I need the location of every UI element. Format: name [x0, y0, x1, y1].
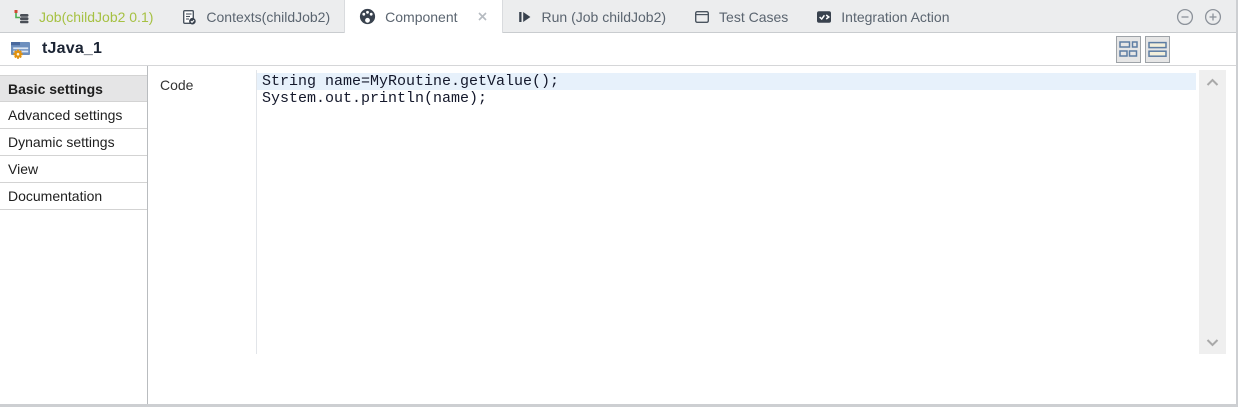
basic-settings-content: Code String name=MyRoutine.getValue(); S… [148, 66, 1236, 406]
tab-label: Test Cases [719, 9, 788, 25]
rows-layout-icon[interactable] [1145, 36, 1170, 63]
tab-job[interactable]: Job(childJob2 0.1) [0, 0, 167, 33]
sidebar-item-advanced-settings[interactable]: Advanced settings [0, 102, 147, 129]
tab-contexts[interactable]: Contexts(childJob2) [167, 0, 344, 33]
tab-run[interactable]: Run (Job childJob2) [503, 0, 681, 33]
page-title: tJava_1 [42, 40, 102, 58]
view-tabbar: Job(childJob2 0.1) Contexts(childJob2) [0, 0, 1236, 33]
test-cases-icon [694, 9, 710, 25]
code-field-label: Code [160, 77, 193, 93]
code-editor[interactable]: String name=MyRoutine.getValue(); System… [256, 70, 1196, 354]
sidebar-item-view[interactable]: View [0, 156, 147, 183]
tjava-component-icon [10, 39, 33, 60]
settings-body: Basic settings Advanced settings Dynamic… [0, 66, 1236, 406]
integration-action-icon [816, 9, 832, 25]
tab-label: Contexts(childJob2) [206, 9, 330, 25]
minimize-circle-icon[interactable] [1176, 8, 1194, 26]
component-icon [359, 8, 376, 25]
sidebar-item-dynamic-settings[interactable]: Dynamic settings [0, 129, 147, 156]
maximize-circle-icon[interactable] [1204, 8, 1222, 26]
settings-sidebar: Basic settings Advanced settings Dynamic… [0, 66, 148, 406]
tab-test-cases[interactable]: Test Cases [680, 0, 802, 33]
component-header: tJava_1 [0, 33, 1236, 66]
sidebar-item-documentation[interactable]: Documentation [0, 183, 147, 210]
contexts-icon [181, 9, 197, 25]
job-icon [14, 9, 30, 25]
tab-label: Run (Job childJob2) [542, 9, 667, 25]
scroll-down-icon[interactable] [1199, 333, 1226, 351]
tab-component[interactable]: Component [344, 0, 502, 33]
layout-buttons [1116, 36, 1170, 63]
run-icon [517, 9, 533, 25]
sidebar-item-basic-settings[interactable]: Basic settings [0, 75, 147, 102]
code-line[interactable]: String name=MyRoutine.getValue(); [257, 73, 1196, 90]
tab-label: Job(childJob2 0.1) [39, 9, 153, 25]
code-line[interactable]: System.out.println(name); [257, 90, 1196, 107]
vertical-scrollbar[interactable] [1199, 70, 1226, 354]
code-editor-row: String name=MyRoutine.getValue(); System… [256, 70, 1226, 354]
grid-layout-icon[interactable] [1116, 36, 1141, 63]
scroll-up-icon[interactable] [1199, 73, 1226, 91]
component-settings-panel: Job(childJob2 0.1) Contexts(childJob2) [0, 0, 1238, 407]
tab-integration-action[interactable]: Integration Action [802, 0, 963, 33]
close-icon[interactable] [477, 11, 488, 22]
tab-label: Component [385, 9, 457, 25]
tabbar-controls [1176, 0, 1236, 33]
tab-label: Integration Action [841, 9, 949, 25]
